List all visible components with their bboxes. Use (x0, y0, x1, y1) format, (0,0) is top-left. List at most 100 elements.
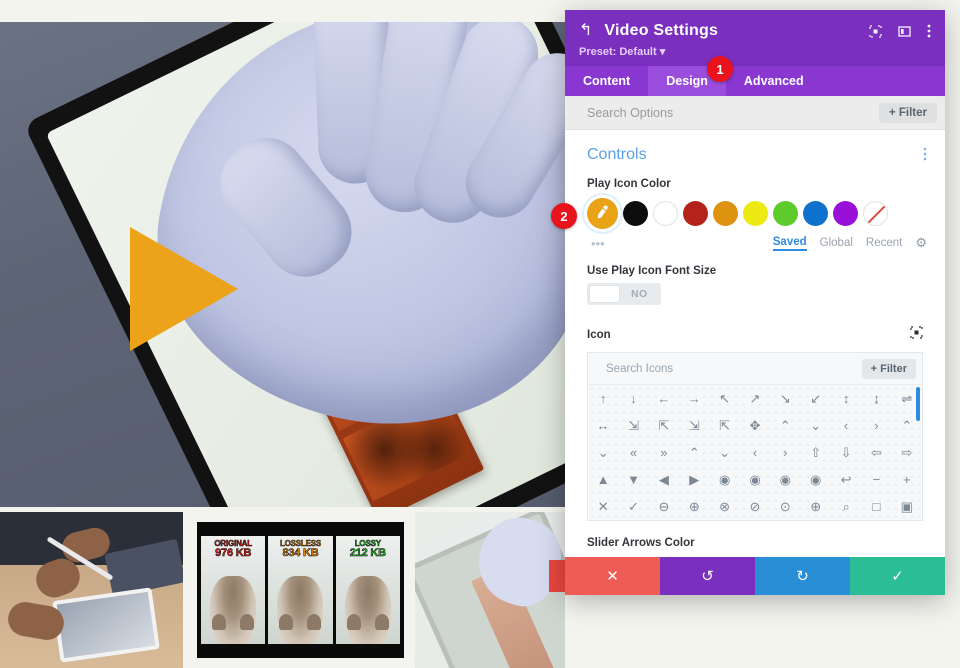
icon-cell[interactable]: ⌃ (770, 419, 800, 432)
icon-cell[interactable]: ▼ (618, 473, 648, 486)
redo-button[interactable]: ↻ (755, 557, 850, 595)
icon-cell[interactable]: » (649, 446, 679, 459)
icon-search-bar: + Filter (588, 353, 922, 385)
icon-cell[interactable]: ⌄ (801, 419, 831, 432)
icon-cell[interactable]: ▲ (588, 473, 618, 486)
search-options-input[interactable] (587, 105, 879, 120)
hero-video-image[interactable] (0, 22, 565, 507)
icon-cell[interactable]: ◉ (801, 473, 831, 486)
back-arrow-icon[interactable]: ↰ (579, 23, 592, 39)
split-layout-icon[interactable] (898, 25, 911, 38)
icon-cell[interactable]: □ (861, 500, 891, 513)
icon-cell[interactable]: ◉ (740, 473, 770, 486)
icon-cell[interactable]: ✓ (618, 500, 648, 513)
icon-picker: + Filter ↑ ↓ ← → ↖ ↗ ↘ ↙ ↕ ↨ ⇌ (587, 352, 923, 521)
play-icon-color-label: Play Icon Color (587, 178, 671, 190)
tab-advanced[interactable]: Advanced (726, 66, 822, 96)
play-icon[interactable] (130, 227, 238, 351)
icon-cell[interactable]: ↔ (588, 419, 618, 432)
icon-cell[interactable]: ⊖ (649, 500, 679, 513)
icon-cell[interactable]: ⌄ (588, 446, 618, 459)
focus-target-icon[interactable] (869, 24, 882, 38)
modal-action-bar: ✕ ↺ ↻ ✓ (565, 557, 945, 595)
icon-cell[interactable]: ⇩ (831, 446, 861, 459)
icon-cell[interactable]: ↕ (831, 392, 861, 405)
icon-cell[interactable]: ← (649, 392, 679, 405)
filter-button[interactable]: + Filter (878, 102, 937, 123)
font-size-toggle[interactable]: NO (587, 283, 661, 305)
icon-cell[interactable]: ✥ (740, 419, 770, 432)
icon-cell[interactable]: ◀ (649, 473, 679, 486)
icon-cell[interactable]: ⇱ (709, 419, 739, 432)
swatch-eyedropper[interactable] (587, 198, 618, 229)
swatch-orange[interactable] (713, 201, 738, 226)
icon-cell[interactable]: › (770, 446, 800, 459)
icon-cell[interactable]: ✕ (588, 500, 618, 513)
icon-cell[interactable]: ↘ (770, 392, 800, 405)
icon-cell[interactable]: ⇲ (618, 419, 648, 432)
swatch-blue[interactable] (803, 201, 828, 226)
icon-cell[interactable]: « (618, 446, 648, 459)
more-colors-icon[interactable]: ••• (591, 237, 605, 250)
preset-selector[interactable]: Preset: Default ▾ (579, 45, 931, 58)
save-button[interactable]: ✓ (850, 557, 945, 595)
more-options-icon[interactable] (927, 24, 931, 38)
icon-cell[interactable]: ▶ (679, 473, 709, 486)
icon-cell[interactable]: + (892, 473, 922, 486)
icon-cell[interactable]: ⊗ (709, 500, 739, 513)
icon-cell[interactable]: ↓ (618, 392, 648, 405)
icon-cell[interactable]: − (861, 473, 891, 486)
icon-cell[interactable]: ⇱ (649, 419, 679, 432)
swatch-white[interactable] (653, 201, 678, 226)
icon-cell[interactable]: ⊕ (679, 500, 709, 513)
icon-cell[interactable]: ⌄ (709, 446, 739, 459)
section-menu-icon[interactable] (923, 147, 927, 163)
swatch-dark-red[interactable] (683, 201, 708, 226)
icon-cell[interactable]: ⌃ (679, 446, 709, 459)
icon-cell[interactable]: ↑ (588, 392, 618, 405)
swatch-green[interactable] (773, 201, 798, 226)
color-tab-saved[interactable]: Saved (772, 236, 807, 251)
icon-cell[interactable]: ▣ (892, 500, 922, 513)
color-tab-recent[interactable]: Recent (866, 237, 902, 249)
swatch-black[interactable] (623, 201, 648, 226)
icon-cell[interactable]: ⊕ (801, 500, 831, 513)
gear-icon[interactable]: ⚙ (915, 235, 927, 251)
modal-title: Video Settings (604, 22, 719, 39)
icon-focus-target-icon[interactable] (910, 326, 923, 344)
icon-search-input[interactable] (606, 362, 862, 375)
icon-cell[interactable]: ⊙ (770, 500, 800, 513)
icon-cell[interactable]: ↨ (861, 392, 891, 405)
search-options-bar: + Filter (565, 96, 945, 130)
icon-cell[interactable]: ⌕ (831, 500, 861, 513)
swatch-purple[interactable] (833, 201, 858, 226)
icon-cell[interactable]: ◉ (770, 473, 800, 486)
tab-content[interactable]: Content (565, 66, 648, 96)
icon-cell[interactable]: ‹ (831, 419, 861, 432)
icon-cell[interactable]: ⇦ (861, 446, 891, 459)
icon-grid-scrollbar[interactable] (916, 387, 920, 421)
thumbnail-compression-comparison[interactable]: ORIGINAL 976 KB LOSSLESS 834 KB LOSSY 21… (193, 512, 408, 668)
swatch-yellow[interactable] (743, 201, 768, 226)
icon-cell[interactable]: ⊘ (740, 500, 770, 513)
controls-section-header: Controls (565, 130, 945, 164)
icon-cell[interactable]: ⇨ (892, 446, 922, 459)
icon-filter-button[interactable]: + Filter (861, 358, 916, 379)
icon-cell[interactable]: ↗ (740, 392, 770, 405)
icon-cell[interactable]: ◉ (709, 473, 739, 486)
icon-cell[interactable]: › (861, 419, 891, 432)
icon-cell[interactable]: ⇧ (801, 446, 831, 459)
icon-cell[interactable]: ↖ (709, 392, 739, 405)
icon-cell[interactable]: ↩ (831, 473, 861, 486)
icon-cell[interactable]: → (679, 392, 709, 405)
thumbnail-tablet-stylus[interactable] (0, 512, 183, 668)
icon-cell[interactable]: ⇲ (679, 419, 709, 432)
icon-cell[interactable]: ↙ (801, 392, 831, 405)
thumbnail-film-lightbox[interactable] (415, 512, 565, 668)
color-tab-global[interactable]: Global (820, 237, 853, 249)
comparison-panel: LOSSLESS 834 KB (268, 536, 333, 644)
cancel-button[interactable]: ✕ (565, 557, 660, 595)
swatch-transparent[interactable] (863, 201, 888, 226)
icon-cell[interactable]: ‹ (740, 446, 770, 459)
undo-button[interactable]: ↺ (660, 557, 755, 595)
